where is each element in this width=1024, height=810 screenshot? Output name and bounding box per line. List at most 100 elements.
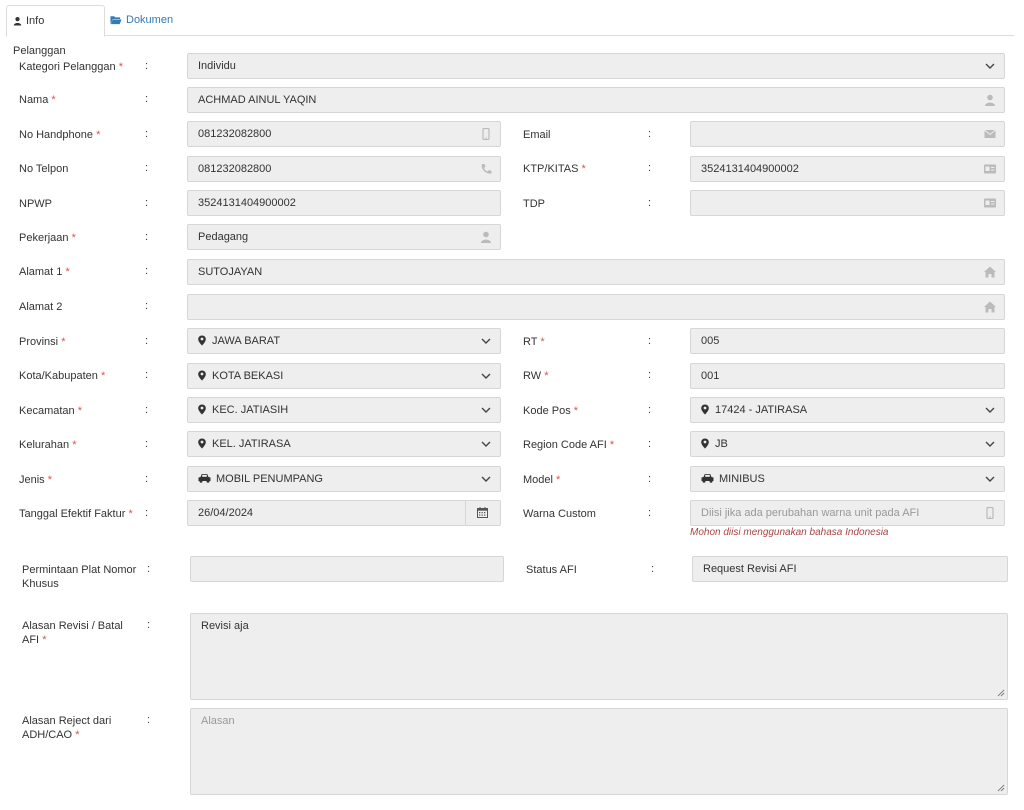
tdp-input[interactable] [690, 190, 1005, 216]
alamat2-input[interactable] [187, 294, 1005, 320]
model-value: MINIBUS [719, 473, 765, 485]
chevron-down-icon [985, 63, 995, 69]
no-telpon-label: No Telpon [19, 163, 69, 175]
colon: : [648, 404, 652, 416]
alasan-reject-label: Alasan Reject dari ADH/CAO * [22, 715, 112, 741]
region-code-label: Region Code AFI * [523, 439, 615, 451]
rt-value: 005 [701, 335, 720, 347]
alamat1-input[interactable]: SUTOJAYAN [187, 259, 1005, 285]
colon: : [145, 473, 149, 485]
calendar-button[interactable] [465, 501, 500, 525]
status-afi-input[interactable]: Request Revisi AFI [692, 556, 1008, 582]
provinsi-select[interactable]: JAWA BARAT [187, 328, 501, 354]
plat-nomor-input[interactable] [190, 556, 504, 582]
mobile-icon [986, 507, 994, 519]
kecamatan-label: Kecamatan * [19, 405, 82, 417]
tanggal-label: Tanggal Efektif Faktur * [19, 508, 133, 520]
map-marker-icon [198, 335, 206, 346]
chevron-down-icon [985, 407, 995, 413]
alamat2-label: Alamat 2 [19, 301, 63, 313]
no-telpon-input[interactable]: 081232082800 [187, 156, 501, 182]
colon: : [145, 369, 149, 381]
no-telpon-value: 081232082800 [198, 163, 272, 175]
nama-input[interactable]: ACHMAD AINUL YAQIN [187, 87, 1005, 113]
alamat1-value: SUTOJAYAN [198, 266, 263, 278]
ktp-input[interactable]: 3524131404900002 [690, 156, 1005, 182]
jenis-label: Jenis * [19, 474, 53, 486]
colon: : [145, 93, 149, 105]
region-code-value: JB [715, 438, 728, 450]
car-icon [701, 474, 714, 483]
tanggal-value: 26/04/2024 [198, 507, 254, 519]
email-label: Email [523, 129, 551, 141]
tab-bar: Info Pelanggan Dokumen [6, 5, 1014, 57]
npwp-label: NPWP [19, 198, 52, 210]
alamat1-label: Alamat 1 * [19, 266, 70, 278]
alasan-revisi-textarea[interactable]: Revisi aja [190, 613, 1008, 700]
kategori-select[interactable]: Individu [187, 53, 1005, 79]
ktp-value: 3524131404900002 [701, 163, 799, 175]
no-handphone-input[interactable]: 081232082800 [187, 121, 501, 147]
resize-grip-icon[interactable] [997, 784, 1005, 792]
user-icon [481, 231, 491, 243]
provinsi-label: Provinsi * [19, 336, 66, 348]
tab-label: Dokumen [126, 14, 174, 26]
kategori-label: Kategori Pelanggan * [19, 61, 123, 73]
kota-label: Kota/Kabupaten * [19, 370, 106, 382]
alasan-reject-placeholder: Alasan [201, 715, 235, 727]
kode-pos-select[interactable]: 17424 - JATIRASA [690, 397, 1005, 423]
alasan-reject-textarea[interactable]: Alasan [190, 708, 1008, 795]
resize-grip-icon[interactable] [997, 689, 1005, 697]
plat-nomor-label: Permintaan Plat Nomor Khusus [22, 564, 137, 590]
colon: : [145, 404, 149, 416]
tab-dokumen[interactable]: Dokumen [104, 5, 179, 35]
kecamatan-value: KEC. JATIASIH [212, 404, 289, 416]
email-input[interactable] [690, 121, 1005, 147]
colon: : [145, 265, 149, 277]
alasan-revisi-value: Revisi aja [201, 620, 249, 632]
colon: : [145, 438, 149, 450]
colon: : [648, 335, 652, 347]
kelurahan-select[interactable]: KEL. JATIRASA [187, 431, 501, 457]
map-marker-icon [198, 404, 206, 415]
region-code-select[interactable]: JB [690, 431, 1005, 457]
colon: : [651, 563, 655, 575]
status-afi-value: Request Revisi AFI [703, 563, 797, 575]
kelurahan-value: KEL. JATIRASA [212, 438, 291, 450]
envelope-icon [984, 129, 996, 139]
kecamatan-select[interactable]: KEC. JATIASIH [187, 397, 501, 423]
colon: : [145, 335, 149, 347]
jenis-select[interactable]: MOBIL PENUMPANG [187, 466, 501, 492]
model-select[interactable]: MINIBUS [690, 466, 1005, 492]
kota-value: KOTA BEKASI [212, 370, 284, 382]
colon: : [145, 300, 149, 312]
warna-custom-input[interactable]: Diisi jika ada perubahan warna unit pada… [690, 500, 1005, 526]
colon: : [145, 162, 149, 174]
rw-input[interactable]: 001 [690, 363, 1005, 389]
colon: : [145, 128, 149, 140]
id-card-icon [984, 164, 996, 174]
colon: : [145, 197, 149, 209]
pekerjaan-input[interactable]: Pedagang [187, 224, 501, 250]
rt-input[interactable]: 005 [690, 328, 1005, 354]
npwp-input[interactable]: 3524131404900002 [187, 190, 501, 216]
status-afi-label: Status AFI [526, 564, 577, 576]
kota-select[interactable]: KOTA BEKASI [187, 363, 501, 389]
pekerjaan-value: Pedagang [198, 231, 249, 243]
folder-open-icon [110, 16, 122, 25]
map-marker-icon [701, 438, 709, 449]
car-icon [198, 474, 211, 483]
alasan-revisi-label: Alasan Revisi / Batal AFI * [22, 620, 123, 646]
tab-info-pelanggan[interactable]: Info Pelanggan [6, 5, 105, 57]
map-marker-icon [198, 438, 206, 449]
colon: : [145, 507, 149, 519]
phone-icon [481, 164, 492, 174]
chevron-down-icon [481, 338, 491, 344]
chevron-down-icon [481, 476, 491, 482]
user-icon [985, 94, 995, 106]
colon: : [147, 714, 151, 726]
tanggal-input[interactable]: 26/04/2024 [187, 500, 501, 526]
colon: : [648, 369, 652, 381]
kelurahan-label: Kelurahan * [19, 439, 77, 451]
chevron-down-icon [481, 441, 491, 447]
